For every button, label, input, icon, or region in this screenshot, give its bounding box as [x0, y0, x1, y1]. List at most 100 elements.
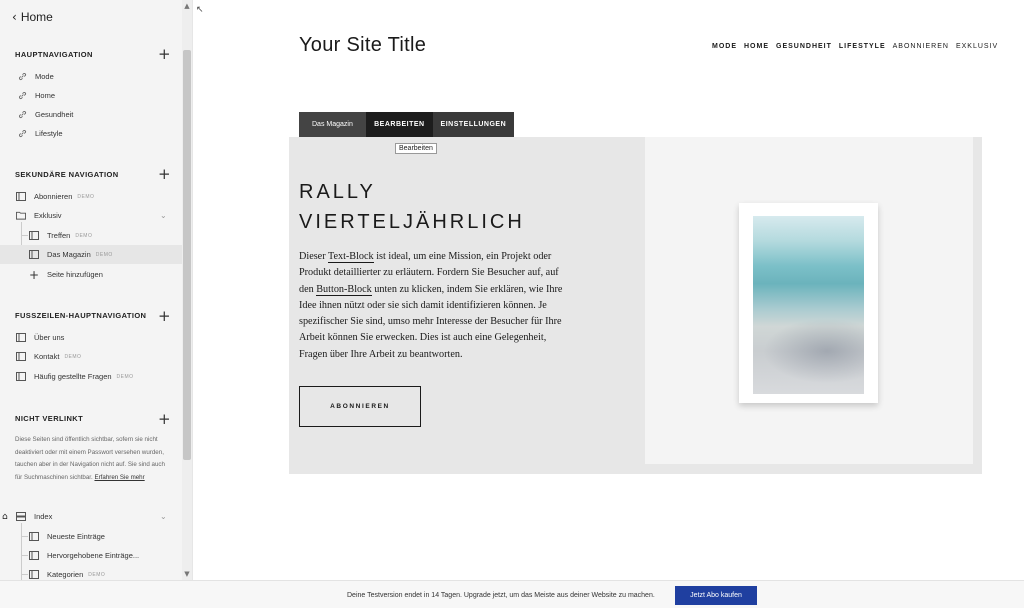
page-icon: [29, 570, 39, 580]
nav-item-das-magazin[interactable]: Das Magazin DEMO: [0, 245, 183, 264]
page-icon: [29, 551, 39, 561]
hero-heading-line2: VIERTELJÄHRLICH: [299, 211, 525, 233]
nav-item-ueber-uns[interactable]: Über uns: [0, 328, 183, 347]
folder-icon: [16, 211, 26, 221]
nav-item-label: Gesundheit: [35, 110, 74, 119]
page-icon: [16, 192, 26, 202]
nav-item-label: Home: [35, 91, 56, 100]
plus-icon: +: [28, 267, 40, 282]
trial-banner-text: Deine Testversion endet in 14 Tagen. Upg…: [347, 592, 655, 599]
magazine-cover-photo: [753, 216, 864, 394]
nav-item-faq[interactable]: Häufig gestellte Fragen DEMO: [0, 367, 183, 386]
learn-more-link[interactable]: Erfahren Sie mehr: [94, 474, 144, 481]
page-icon: [16, 352, 26, 362]
collapse-arrow-icon[interactable]: ↖: [196, 5, 204, 15]
back-label: Home: [20, 10, 53, 24]
section-title-secondary: SEKUNDÄRE NAVIGATION: [15, 170, 119, 179]
nav-item-hervorgehobene[interactable]: Hervorgehobene Einträge...: [0, 546, 183, 565]
nav-item-label: Mode: [35, 72, 54, 81]
edit-tooltip: Bearbeiten: [395, 143, 437, 154]
buy-plan-button[interactable]: Jetzt Abo kaufen: [675, 586, 757, 605]
site-nav-abonnieren[interactable]: ABONNIEREN: [893, 43, 949, 50]
back-home-link[interactable]: ‹ Home: [12, 10, 53, 24]
add-page-label: Seite hinzufügen: [47, 270, 103, 279]
nav-item-mode[interactable]: Mode: [0, 67, 183, 86]
nav-item-label: Kontakt: [34, 352, 60, 361]
site-nav-lifestyle[interactable]: LIFESTYLE: [839, 43, 886, 50]
demo-badge: DEMO: [116, 373, 134, 380]
nav-item-home[interactable]: Home: [0, 86, 183, 105]
nav-item-neueste[interactable]: Neueste Einträge: [0, 527, 183, 546]
page-icon: [16, 372, 26, 382]
nav-item-exklusiv[interactable]: Exklusiv ⌄: [0, 206, 183, 225]
nav-item-label: Abonnieren: [34, 192, 73, 201]
site-nav-exklusiv[interactable]: EXKLUSIV: [956, 43, 998, 50]
nav-item-kategorien[interactable]: Kategorien DEMO: [0, 565, 183, 580]
site-nav-mode[interactable]: MODE: [712, 43, 737, 50]
hero-body-text: Dieser Text-Block ist ideal, um eine Mis…: [299, 249, 569, 363]
section-title-unlinked: NICHT VERLINKT: [15, 414, 84, 423]
site-nav-gesundheit[interactable]: GESUNDHEIT: [776, 43, 832, 50]
text-block-link[interactable]: Text-Block: [327, 251, 374, 263]
nav-item-index[interactable]: Index ⌄: [0, 507, 183, 526]
chevron-left-icon: ‹: [12, 10, 17, 24]
site-navigation: MODE HOME GESUNDHEIT LIFESTYLE ABONNIERE…: [712, 43, 998, 50]
demo-badge: DEMO: [95, 251, 113, 258]
nav-item-label: Neueste Einträge: [47, 532, 105, 541]
page-icon: [29, 250, 39, 260]
magazine-image: [739, 203, 878, 403]
nav-item-label: Hervorgehobene Einträge...: [47, 551, 140, 560]
hero-heading-line1: RALLY: [299, 181, 376, 203]
demo-badge: DEMO: [77, 193, 95, 200]
button-block-link[interactable]: Button-Block: [316, 283, 372, 296]
scroll-down-icon[interactable]: ▼: [183, 570, 191, 578]
site-nav-home[interactable]: HOME: [744, 43, 769, 50]
chevron-down-icon[interactable]: ⌄: [160, 211, 167, 220]
nav-item-lifestyle[interactable]: Lifestyle: [0, 124, 183, 143]
page-edit-bar: Das Magazin BEARBEITEN EINSTELLUNGEN: [299, 112, 514, 137]
nav-item-gesundheit[interactable]: Gesundheit: [0, 105, 183, 124]
link-icon: [17, 91, 27, 101]
nav-item-label: Treffen: [47, 231, 71, 240]
link-icon: [17, 129, 27, 139]
page-icon: [16, 333, 26, 343]
add-unlinked-icon[interactable]: +: [158, 412, 171, 427]
sidebar-scrollbar[interactable]: ▲ ▼: [182, 0, 192, 580]
add-primary-icon[interactable]: +: [158, 47, 171, 62]
palm-shadow: [758, 316, 864, 386]
settings-button[interactable]: EINSTELLUNGEN: [432, 112, 514, 137]
scrollbar-thumb[interactable]: [183, 50, 191, 460]
chevron-down-icon[interactable]: ⌄: [160, 512, 167, 521]
demo-badge: DEMO: [88, 571, 106, 578]
section-title-primary: HAUPTNAVIGATION: [15, 50, 93, 59]
scroll-up-icon[interactable]: ▲: [183, 2, 191, 10]
nav-item-label: Index: [34, 512, 53, 521]
page-name-label: Das Magazin: [299, 112, 366, 137]
sidebar: ‹ Home HAUPTNAVIGATION + Mode Home Gesun…: [0, 0, 193, 580]
nav-item-treffen[interactable]: Treffen DEMO: [0, 226, 183, 245]
demo-badge: DEMO: [64, 353, 82, 360]
index-icon: [16, 512, 26, 522]
site-title[interactable]: Your Site Title: [299, 34, 426, 57]
add-footer-icon[interactable]: +: [158, 309, 171, 324]
body-text: Dieser: [299, 251, 328, 262]
unlinked-note: Diese Seiten sind öffentlich sichtbar, s…: [15, 434, 165, 484]
add-page-button[interactable]: + Seite hinzufügen: [0, 265, 183, 284]
page-icon: [29, 532, 39, 542]
nav-item-label: Lifestyle: [35, 129, 63, 138]
section-title-footer: FUSSZEILEN-HAUPTNAVIGATION: [15, 311, 147, 320]
page-icon: [29, 231, 39, 241]
edit-button[interactable]: BEARBEITEN: [365, 112, 433, 137]
nav-item-label: Exklusiv: [34, 211, 62, 220]
add-secondary-icon[interactable]: +: [158, 167, 171, 182]
nav-item-label: Kategorien: [47, 570, 84, 579]
link-icon: [17, 72, 27, 82]
demo-badge: DEMO: [75, 232, 93, 239]
link-icon: [17, 110, 27, 120]
nav-item-kontakt[interactable]: Kontakt DEMO: [0, 347, 183, 366]
subscribe-button[interactable]: ABONNIEREN: [299, 386, 421, 427]
trial-banner: Deine Testversion endet in 14 Tagen. Upg…: [0, 580, 1024, 608]
hero-heading: RALLY VIERTELJÄHRLICH: [299, 177, 525, 237]
nav-item-abonnieren[interactable]: Abonnieren DEMO: [0, 187, 183, 206]
nav-item-label: Über uns: [34, 333, 65, 342]
